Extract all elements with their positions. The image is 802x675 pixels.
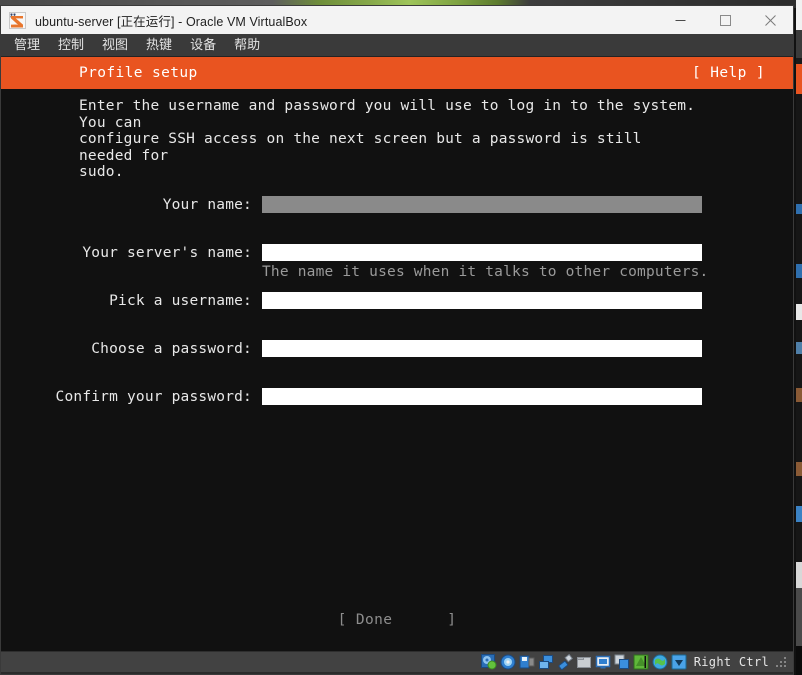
virtualbox-window: ubuntu-server [正在运行] - Oracle VM Virtual… bbox=[0, 5, 794, 675]
menu-item-view[interactable]: 视图 bbox=[93, 34, 137, 57]
floppy-drive-icon[interactable] bbox=[519, 654, 535, 670]
shared-folders-icon[interactable] bbox=[576, 654, 592, 670]
username-label: Pick a username: bbox=[109, 292, 252, 309]
your-name-input[interactable] bbox=[262, 195, 702, 213]
password-label: Choose a password: bbox=[91, 340, 252, 357]
done-button[interactable]: [ Done ] bbox=[338, 612, 457, 628]
menubar: 管理 控制 视图 热键 设备 帮助 bbox=[1, 34, 793, 57]
vm-display[interactable]: Profile setup [ Help ] Enter the usernam… bbox=[1, 57, 793, 651]
guest-additions-icon[interactable] bbox=[652, 654, 668, 670]
menu-item-devices[interactable]: 设备 bbox=[181, 34, 225, 57]
screenshot-root: ubuntu-server [正在运行] - Oracle VM Virtual… bbox=[0, 0, 802, 675]
your-name-label: Your name: bbox=[162, 196, 252, 213]
hard-disk-icon[interactable] bbox=[480, 654, 497, 670]
server-name-label: Your server's name: bbox=[82, 244, 252, 261]
installer-header: Profile setup [ Help ] bbox=[1, 57, 793, 89]
menu-item-control[interactable]: 控制 bbox=[49, 34, 93, 57]
form-row-your-name: Your name: bbox=[1, 195, 793, 244]
password-input[interactable] bbox=[262, 339, 702, 357]
virtualbox-logo-icon bbox=[9, 11, 26, 29]
usb-icon[interactable] bbox=[557, 654, 573, 670]
profile-form: Your name: Your server's name: The name … bbox=[1, 195, 793, 436]
window-titlebar: ubuntu-server [正在运行] - Oracle VM Virtual… bbox=[1, 6, 793, 34]
minimize-button[interactable] bbox=[658, 6, 703, 34]
window-controls bbox=[658, 6, 793, 34]
page-title: Profile setup bbox=[79, 65, 198, 81]
resize-grip[interactable] bbox=[775, 656, 787, 668]
shared-clipboard-icon[interactable] bbox=[614, 654, 630, 670]
window-title: ubuntu-server [正在运行] - Oracle VM Virtual… bbox=[35, 14, 308, 29]
username-input[interactable] bbox=[262, 291, 702, 309]
mouse-integration-icon[interactable] bbox=[671, 654, 687, 670]
form-row-password: Choose a password: bbox=[1, 339, 793, 388]
host-key-label: Right Ctrl bbox=[693, 655, 769, 669]
intro-text: Enter the username and password you will… bbox=[79, 98, 696, 181]
network-icon[interactable] bbox=[538, 654, 554, 670]
server-name-input[interactable] bbox=[262, 243, 702, 261]
display-icon[interactable] bbox=[595, 654, 611, 670]
menu-item-help[interactable]: 帮助 bbox=[225, 34, 269, 57]
vbox-statusbar: Right Ctrl bbox=[1, 651, 793, 672]
form-row-server-name: Your server's name: The name it uses whe… bbox=[1, 243, 793, 292]
maximize-button[interactable] bbox=[703, 6, 748, 34]
recording-icon[interactable] bbox=[633, 654, 649, 670]
form-row-confirm-password: Confirm your password: bbox=[1, 387, 793, 436]
menu-item-manage[interactable]: 管理 bbox=[5, 34, 49, 57]
statusbar-icons bbox=[480, 654, 687, 670]
done-row: [ Done ] bbox=[1, 609, 793, 628]
optical-drive-icon[interactable] bbox=[500, 654, 516, 670]
close-button[interactable] bbox=[748, 6, 793, 34]
desktop-background-right-sliver bbox=[796, 0, 802, 675]
confirm-password-label: Confirm your password: bbox=[55, 388, 252, 405]
confirm-password-input[interactable] bbox=[262, 387, 702, 405]
form-row-username: Pick a username: bbox=[1, 291, 793, 340]
server-name-hint: The name it uses when it talks to other … bbox=[262, 263, 709, 280]
menu-item-hotkeys[interactable]: 热键 bbox=[137, 34, 181, 57]
help-button[interactable]: [ Help ] bbox=[692, 65, 765, 81]
